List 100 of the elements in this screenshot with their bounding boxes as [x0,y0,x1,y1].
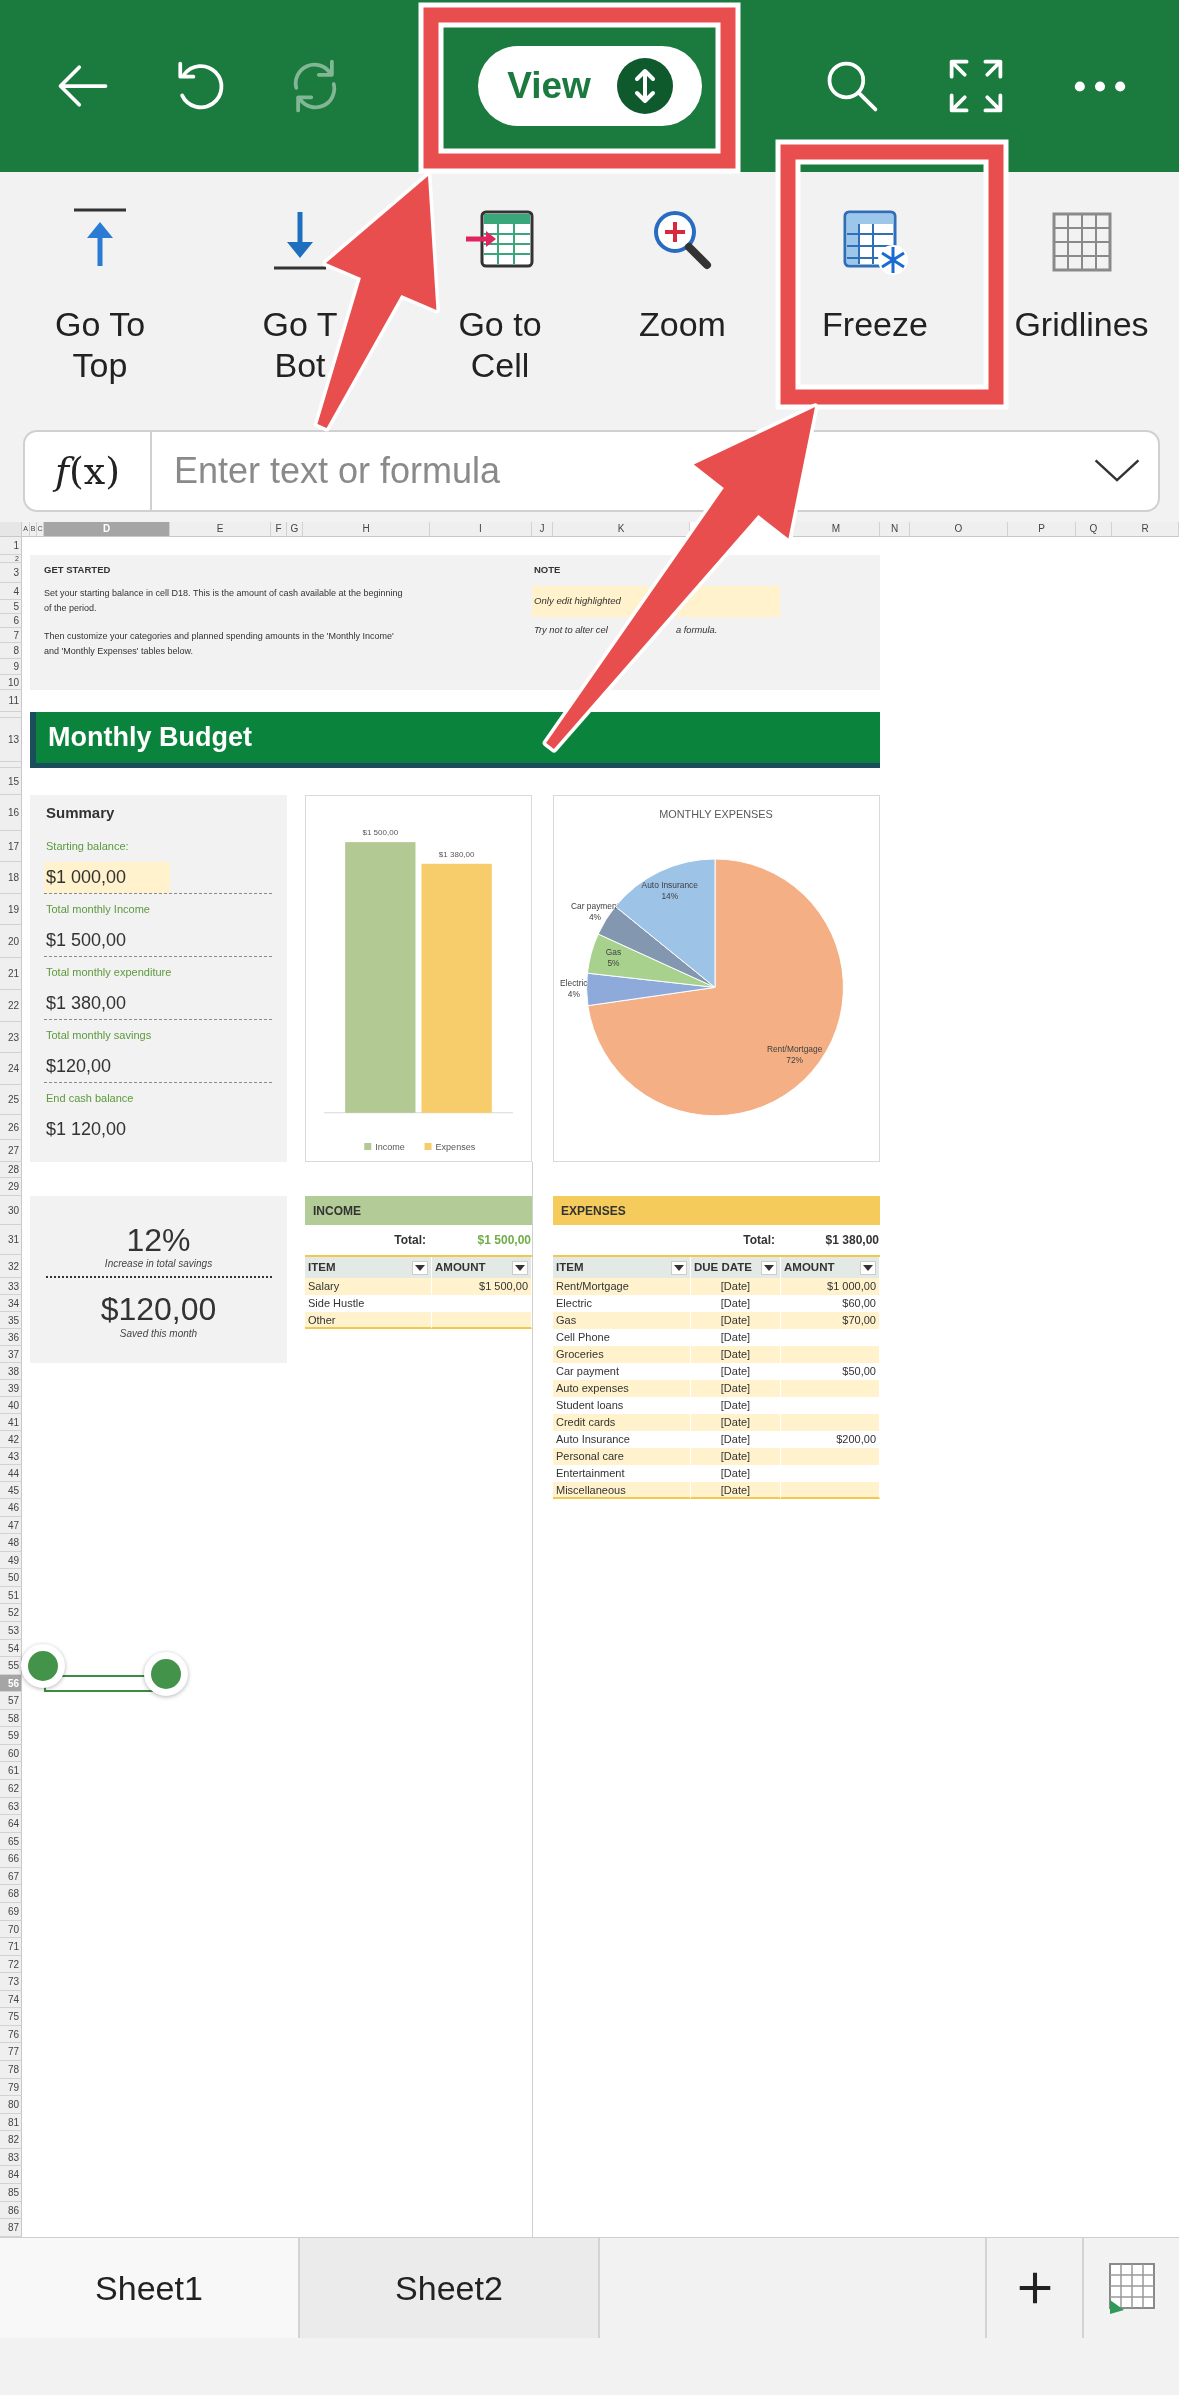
sheet-row-header[interactable]: 26 [0,1115,22,1140]
sheet-row-header[interactable]: 46 [0,1499,22,1517]
sheet-column-header[interactable]: J [532,522,553,537]
sheet-row-header[interactable]: 84 [0,2166,22,2184]
sheet-row-header[interactable]: 7 [0,628,22,643]
sheet-row-header[interactable]: 39 [0,1380,22,1397]
sheet-row-header[interactable]: 80 [0,2096,22,2114]
ribbon-button[interactable]: Go To Top [0,172,200,415]
sheet-tab[interactable]: Sheet2 [300,2238,600,2338]
legend-swatch [364,1142,372,1150]
sheet-column-header[interactable]: E [170,522,271,537]
sheet-row-header[interactable]: 77 [0,2043,22,2061]
sheet-row-header[interactable]: 25 [0,1085,22,1115]
sheet-column-header[interactable]: O [910,522,1008,537]
sheet-row-header[interactable]: 29 [0,1178,22,1196]
sheet-row-header[interactable]: 75 [0,2008,22,2026]
table-cell: Credit cards [553,1414,691,1431]
sheet-tab[interactable]: Sheet1 [0,2238,300,2338]
sheet-row-header[interactable]: 23 [0,1022,22,1053]
sheet-column-header[interactable]: K [553,522,690,537]
ribbon-button[interactable]: Zoom [600,172,765,415]
sheet-row-header[interactable]: 52 [0,1604,22,1622]
sheet-row-header[interactable]: 17 [0,831,22,862]
savings-percent: 12% [126,1222,191,1258]
sheet-row-header[interactable]: 11 [0,690,22,712]
sheet-row-header[interactable]: 24 [0,1053,22,1085]
sheet-row-header[interactable]: 33 [0,1278,22,1295]
note-heading: NOTE [534,563,562,577]
sheet-row-header[interactable]: 73 [0,1973,22,1991]
sheet-row-header[interactable]: 59 [0,1727,22,1745]
sheet-row-header[interactable]: 16 [0,795,22,831]
sheet-row-header[interactable]: 87 [0,2219,22,2237]
summary-label: Total monthly expenditure [46,965,172,981]
sheet-row-header[interactable]: 44 [0,1465,22,1482]
sheet-row-header[interactable]: 31 [0,1225,22,1255]
sheet-row-header[interactable]: 42 [0,1431,22,1448]
sheet-row-header[interactable]: 68 [0,1885,22,1903]
ribbon-button[interactable]: Go T Bot [200,172,400,415]
sheet-column-header[interactable]: P [1008,522,1076,537]
sheet-row-header[interactable]: 82 [0,2131,22,2149]
sheet-row-header[interactable]: 41 [0,1414,22,1431]
sheet-row-header[interactable]: 55 [0,1657,22,1675]
sheet-column-header[interactable]: R [1112,522,1179,537]
sheet-column-header[interactable]: H [303,522,430,537]
sheet-row-header[interactable]: 19 [0,894,22,925]
sheet-row-header[interactable]: 40 [0,1397,22,1414]
sheet-row-header[interactable]: 36 [0,1329,22,1346]
sheet-row-header[interactable]: 48 [0,1534,22,1552]
sheet-row-header[interactable]: 28 [0,1162,22,1178]
sheet-column-header[interactable]: I [430,522,532,537]
ribbon-button[interactable]: Gridlines [985,172,1178,415]
ribbon-button[interactable]: Freeze [765,172,985,415]
sheet-column-header[interactable]: F [271,522,287,537]
sheet-row-header[interactable]: 8 [0,643,22,659]
data-label: Rent/Mortgage 72% [766,1044,823,1066]
sheet-column-header[interactable]: Q [1076,522,1112,537]
sheet-row-header[interactable]: 66 [0,1850,22,1868]
sheet-row-header[interactable]: 50 [0,1569,22,1587]
sheet-row-header[interactable]: 61 [0,1762,22,1780]
total-label: Total: [743,1233,775,1247]
sheet-row-header[interactable]: 64 [0,1815,22,1833]
sheet-row-header[interactable]: 21 [0,958,22,990]
sheet-row-header[interactable]: 37 [0,1346,22,1363]
sheet-row-header[interactable]: 45 [0,1482,22,1499]
summary-label: End cash balance [46,1091,134,1107]
sheet-row-header[interactable]: 1 [0,537,22,555]
view-menu-button[interactable]: View [478,46,702,126]
sheet-row-header[interactable]: 5 [0,600,22,614]
sheet-row-header[interactable]: 43 [0,1448,22,1465]
sheet-column-header[interactable]: M [793,522,880,537]
sheet-row-header[interactable]: 3 [0,563,22,583]
table-cell: Personal care [553,1448,691,1465]
function-button[interactable]: f(x) [25,432,152,510]
sheet-column-header[interactable]: G [287,522,303,537]
savings-caption: Increase in total savings [104,1258,213,1270]
sheet-row-header[interactable]: 27 [0,1140,22,1162]
sheet-row-header[interactable]: 71 [0,1938,22,1956]
sheet-row-header[interactable]: 35 [0,1312,22,1329]
sheet-row-header[interactable]: 62 [0,1780,22,1798]
summary-value: $1 000,00 [44,862,170,893]
sheet-row-header[interactable]: 22 [0,990,22,1022]
sheet-row-header[interactable]: 30 [0,1196,22,1225]
sheet-row-header[interactable]: 20 [0,925,22,958]
sheet-row-header[interactable]: 6 [0,614,22,628]
instruction-text: Set your starting balance in cell D18. This is the amount of cash available at the beginning of the period. [44,587,404,615]
sheet-row-header[interactable]: 18 [0,862,22,894]
sheet-row-header[interactable]: 9 [0,659,22,675]
sheet-row-header[interactable]: 32 [0,1255,22,1278]
table-cell: $1 500,00 [432,1278,532,1295]
formula-bar[interactable]: f(x) Enter text or formula [23,430,1160,512]
sheet-row-header[interactable]: 57 [0,1692,22,1710]
sheet-row-header[interactable]: 15 [0,768,22,795]
sheet-row-header[interactable]: 13 [0,718,22,762]
sheet-row-header[interactable]: 34 [0,1295,22,1312]
sheet-row-header[interactable]: 4 [0,583,22,600]
sheet-row-header[interactable]: 38 [0,1363,22,1380]
sheet-row-header[interactable]: 78 [0,2061,22,2079]
sheet-row-header[interactable]: 10 [0,675,22,690]
sheet-column-header[interactable]: N [880,522,910,537]
formula-input[interactable]: Enter text or formula [152,443,1092,499]
